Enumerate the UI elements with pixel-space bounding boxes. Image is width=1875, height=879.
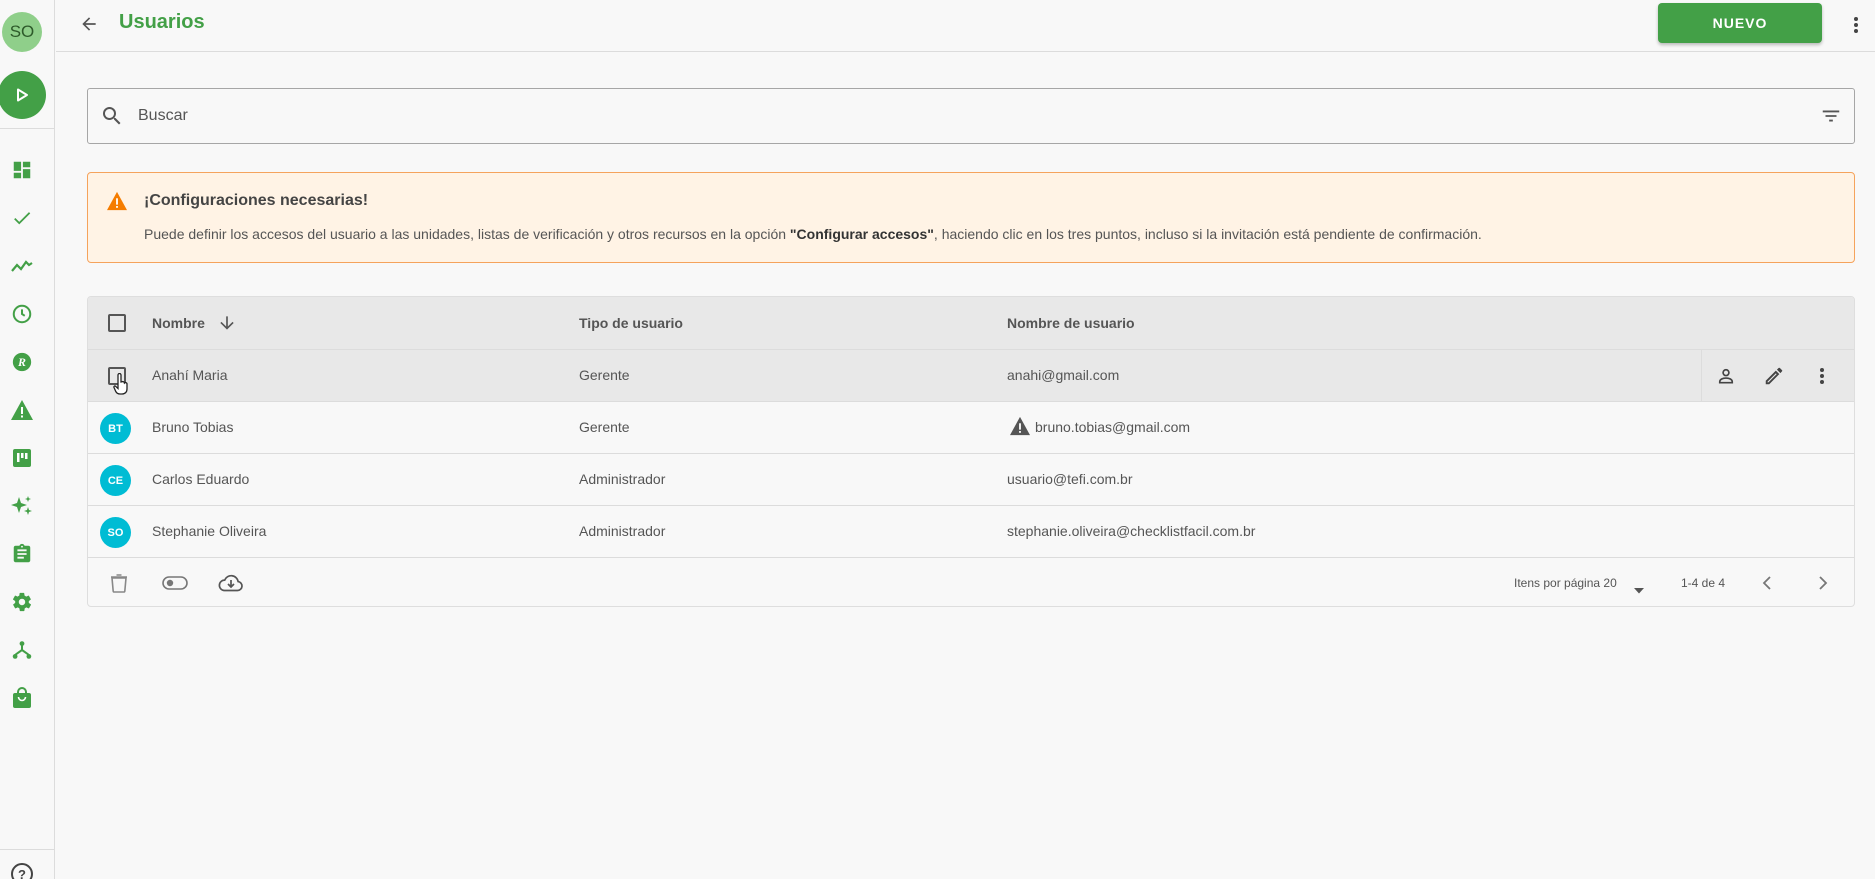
- user-username: bruno.tobias@gmail.com: [1035, 419, 1191, 435]
- clock-icon[interactable]: [8, 300, 36, 328]
- user-type: Administrador: [579, 471, 666, 487]
- table-row[interactable]: CE Carlos Eduardo Administrador usuario@…: [88, 454, 1854, 506]
- user-name: Carlos Eduardo: [152, 471, 250, 487]
- row-actions: [1701, 350, 1854, 402]
- table-footer: Itens por página 20 1-4 de 4: [88, 559, 1854, 606]
- alert-title: ¡Configuraciones necesarias!: [144, 192, 369, 209]
- column-header-name[interactable]: Nombre: [152, 315, 205, 331]
- help-icon[interactable]: ?: [10, 862, 34, 879]
- play-button[interactable]: [0, 71, 46, 119]
- trending-icon[interactable]: [8, 252, 36, 280]
- user-name: Stephanie Oliveira: [152, 523, 267, 539]
- user-username: usuario@tefi.com.br: [1007, 471, 1133, 487]
- arrow-down-icon[interactable]: [217, 313, 237, 338]
- sidebar: SO R ?: [0, 0, 55, 879]
- alert-body-text: Puede definir los accesos del usuario a …: [144, 226, 790, 242]
- table-row[interactable]: Anahí Maria Gerente anahi@gmail.com: [88, 350, 1854, 402]
- items-per-page-label[interactable]: Itens por página 20: [1514, 576, 1617, 590]
- gear-icon[interactable]: [8, 588, 36, 616]
- r-circle-icon[interactable]: R: [8, 348, 36, 376]
- warning-icon: [1009, 416, 1031, 441]
- user-username: anahi@gmail.com: [1007, 367, 1120, 383]
- caret-down-icon[interactable]: [1634, 581, 1644, 599]
- board-icon[interactable]: [8, 444, 36, 472]
- user-type: Gerente: [579, 419, 630, 435]
- more-vert-icon[interactable]: [1810, 364, 1834, 388]
- filter-icon[interactable]: [1820, 105, 1842, 132]
- play-icon: [17, 88, 28, 102]
- alert-body-text-end: , haciendo clic en los tres puntos, incl…: [933, 226, 1482, 242]
- hand-cursor-icon: [113, 372, 129, 400]
- user-type: Gerente: [579, 367, 630, 383]
- column-header-type[interactable]: Tipo de usuario: [579, 315, 683, 331]
- page-title: Usuarios: [119, 11, 205, 33]
- svg-text:R: R: [17, 355, 26, 369]
- new-button[interactable]: NUEVO: [1658, 3, 1822, 43]
- table-row[interactable]: BT Bruno Tobias Gerente bruno.tobias@gma…: [88, 402, 1854, 454]
- user-username: stephanie.oliveira@checklistfacil.com.br: [1007, 523, 1256, 539]
- user-type: Administrador: [579, 523, 666, 539]
- warning-icon: [106, 191, 128, 216]
- sidebar-divider: [0, 128, 55, 129]
- avatar[interactable]: BT: [100, 413, 131, 444]
- avatar[interactable]: CE: [100, 465, 131, 496]
- search-input[interactable]: [138, 103, 1778, 129]
- user-name: Bruno Tobias: [152, 419, 234, 435]
- table-row[interactable]: SO Stephanie Oliveira Administrador step…: [88, 506, 1854, 558]
- clipboard-icon[interactable]: [8, 540, 36, 568]
- person-icon[interactable]: [1714, 364, 1738, 388]
- hierarchy-icon[interactable]: [8, 636, 36, 664]
- users-table: Nombre Tipo de usuario Nombre de usuario…: [87, 296, 1855, 607]
- search-icon: [100, 104, 124, 133]
- search-bar[interactable]: [87, 88, 1855, 144]
- alert-body: Puede definir los accesos del usuario a …: [144, 226, 1482, 242]
- edit-pencil-icon[interactable]: [1762, 364, 1786, 388]
- svg-text:?: ?: [18, 867, 26, 879]
- chevron-right-icon[interactable]: [1813, 573, 1833, 593]
- trash-icon[interactable]: [106, 571, 132, 595]
- table-header: Nombre Tipo de usuario Nombre de usuario: [88, 297, 1854, 350]
- alert-body-bold: "Configurar accesos": [789, 226, 934, 242]
- user-name: Anahí Maria: [152, 367, 228, 383]
- more-vert-icon[interactable]: [1846, 13, 1866, 37]
- column-header-username[interactable]: Nombre de usuario: [1007, 315, 1135, 331]
- chevron-left-icon[interactable]: [1757, 573, 1777, 593]
- user-avatar[interactable]: SO: [2, 12, 42, 52]
- check-icon[interactable]: [8, 204, 36, 232]
- avatar[interactable]: SO: [100, 517, 131, 548]
- back-arrow-icon[interactable]: [76, 11, 102, 37]
- dashboard-icon[interactable]: [8, 156, 36, 184]
- select-all-checkbox[interactable]: [108, 314, 126, 332]
- config-alert: ¡Configuraciones necesarias! Puede defin…: [87, 172, 1855, 263]
- sidebar-divider-bottom: [0, 849, 55, 850]
- pagination-range: 1-4 de 4: [1681, 576, 1726, 590]
- shopping-bag-icon[interactable]: [8, 684, 36, 712]
- cloud-download-icon[interactable]: [218, 571, 244, 595]
- sparkles-icon[interactable]: [8, 492, 36, 520]
- top-header: Usuarios NUEVO: [56, 0, 1875, 52]
- warning-icon[interactable]: [8, 396, 36, 424]
- toggle-icon[interactable]: [162, 571, 188, 595]
